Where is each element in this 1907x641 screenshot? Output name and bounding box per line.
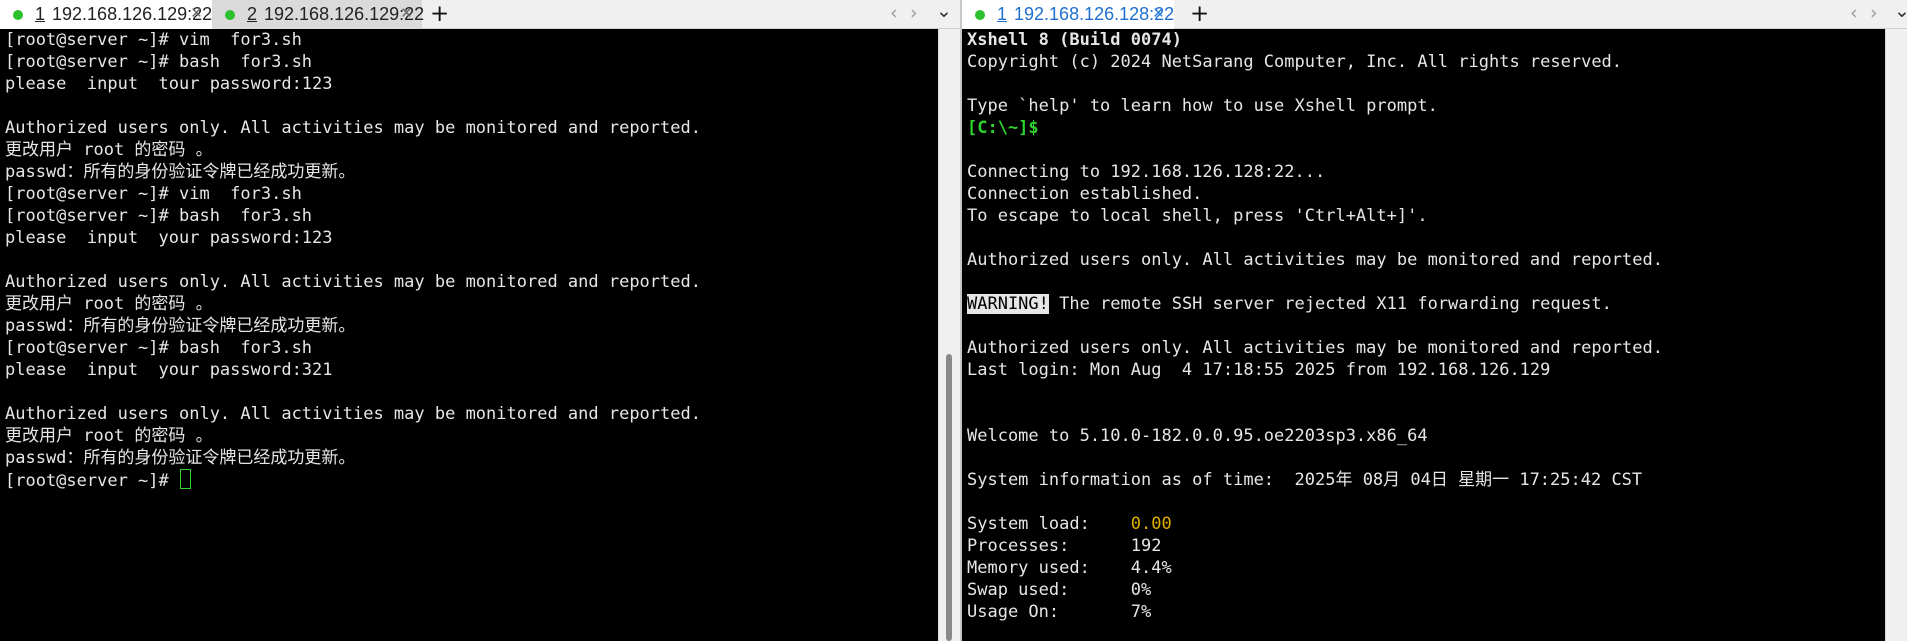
terminal-line: Usage On: 7% bbox=[967, 601, 1883, 623]
warning-badge: WARNING! bbox=[967, 294, 1049, 314]
terminal-line: 更改用户 root 的密码 。 bbox=[5, 294, 213, 314]
terminal-line: System information as of time: 2025年 08月… bbox=[967, 470, 1643, 490]
close-icon[interactable]: × bbox=[1153, 3, 1164, 25]
terminal-line: Welcome to 5.10.0-182.0.0.95.oe2203sp3.x… bbox=[967, 426, 1428, 446]
terminal-line: passwd：所有的身份验证令牌已经成功更新。 bbox=[5, 162, 356, 182]
terminal-output[interactable]: Xshell 8 (Build 0074) Copyright (c) 2024 … bbox=[967, 29, 1883, 641]
stat-value: 0.00 bbox=[1130, 514, 1172, 534]
connected-status-icon bbox=[225, 9, 235, 20]
connected-status-icon bbox=[975, 9, 985, 20]
stat-value: 192 bbox=[1130, 536, 1162, 556]
terminal-output[interactable]: [root@server ~]# vim for3.sh [root@server… bbox=[5, 29, 936, 641]
terminal-line: Processes: 192 bbox=[967, 535, 1883, 557]
scroll-tabs-right-icon[interactable]: › bbox=[910, 2, 918, 24]
stat-value: 7% bbox=[1130, 602, 1152, 622]
tab-number: 1 bbox=[997, 4, 1008, 24]
terminal-line: Copyright (c) 2024 NetSarang Computer, I… bbox=[967, 52, 1623, 72]
cursor-block bbox=[180, 469, 191, 489]
terminal-line: Authorized users only. All activities ma… bbox=[967, 338, 1663, 358]
terminal-line: Connection established. bbox=[967, 184, 1203, 204]
left-session-pane: 1 192.168.126.129:22 × 2 192.168.126.129… bbox=[0, 0, 960, 641]
terminal-line: [C:\~]$ bbox=[967, 118, 1039, 138]
close-icon[interactable]: × bbox=[191, 3, 202, 25]
close-icon[interactable]: × bbox=[401, 3, 412, 25]
terminal-line: Type `help' to learn how to use Xshell p… bbox=[967, 96, 1438, 116]
vertical-scrollbar[interactable] bbox=[938, 29, 960, 641]
tab-list-chevron-icon[interactable]: ⌄ bbox=[936, 0, 952, 22]
connected-status-icon bbox=[13, 9, 23, 20]
terminal-line: WARNING! The remote SSH server rejected … bbox=[967, 293, 1883, 315]
warning-text: The remote SSH server rejected X11 forwa… bbox=[1048, 294, 1612, 314]
tab-session-1[interactable]: 1 192.168.126.129:22 × bbox=[0, 0, 212, 29]
terminal-line: [root@server ~]# bash for3.sh bbox=[5, 338, 313, 358]
scrollbar-thumb[interactable] bbox=[946, 354, 952, 641]
stat-label: System load: bbox=[967, 514, 1131, 534]
stat-label: Swap used: bbox=[967, 580, 1131, 600]
add-tab-icon[interactable]: + bbox=[1190, 1, 1209, 27]
terminal-line: please input your password:123 bbox=[5, 228, 333, 248]
tab-title: 192.168.126.129:22 bbox=[52, 4, 213, 24]
terminal-line: Authorized users only. All activities ma… bbox=[967, 250, 1663, 270]
stat-label: Usage On: bbox=[967, 602, 1131, 622]
tab-number: 1 bbox=[35, 4, 46, 24]
terminal-line: Connecting to 192.168.126.128:22... bbox=[967, 162, 1326, 182]
terminal-line: System load: 0.00 bbox=[967, 513, 1883, 535]
terminal-line: Xshell 8 (Build 0074) bbox=[967, 30, 1182, 50]
tab-list-chevron-icon[interactable]: ⌄ bbox=[1894, 0, 1907, 22]
add-tab-icon[interactable]: + bbox=[430, 1, 449, 27]
tab-session-2[interactable]: 2 192.168.126.129:22 × bbox=[212, 0, 424, 29]
scroll-tabs-left-icon[interactable]: ‹ bbox=[1850, 2, 1858, 24]
terminal-line: Authorized users only. All activities ma… bbox=[5, 118, 701, 138]
tab-session-1[interactable]: 1 192.168.126.128:22 × bbox=[962, 0, 1174, 29]
scroll-tabs-left-icon[interactable]: ‹ bbox=[890, 2, 898, 24]
terminal-line: [root@server ~]# bash for3.sh bbox=[5, 206, 313, 226]
tab-number: 2 bbox=[247, 4, 258, 24]
stat-value: 0% bbox=[1130, 580, 1152, 600]
terminal-line: please input your password:321 bbox=[5, 360, 333, 380]
terminal-line: Authorized users only. All activities ma… bbox=[5, 404, 701, 424]
terminal-line: To escape to local shell, press 'Ctrl+Al… bbox=[967, 206, 1428, 226]
prompt-line: [root@server ~]# bbox=[5, 469, 936, 491]
stat-value: 4.4% bbox=[1130, 558, 1172, 578]
terminal-line: Authorized users only. All activities ma… bbox=[5, 272, 701, 292]
terminal-line: 更改用户 root 的密码 。 bbox=[5, 426, 213, 446]
right-tab-bar: 1 192.168.126.128:22 × + ‹ › ⌄ bbox=[962, 0, 1907, 29]
shell-prompt: [root@server ~]# bbox=[5, 471, 179, 491]
tab-title: 192.168.126.128:22 bbox=[1014, 4, 1175, 24]
terminal-line: Swap used: 0% bbox=[967, 579, 1883, 601]
stat-label: Memory used: bbox=[967, 558, 1131, 578]
vertical-scrollbar[interactable] bbox=[1885, 29, 1907, 641]
terminal-line: [root@server ~]# vim for3.sh bbox=[5, 184, 302, 204]
terminal-line: please input tour password:123 bbox=[5, 74, 333, 94]
terminal-line: Memory used: 4.4% bbox=[967, 557, 1883, 579]
terminal-line: Last login: Mon Aug 4 17:18:55 2025 from… bbox=[967, 360, 1551, 380]
terminal-line: 更改用户 root 的密码 。 bbox=[5, 140, 213, 160]
terminal-line: [root@server ~]# vim for3.sh bbox=[5, 30, 302, 50]
terminal-line: [root@server ~]# bash for3.sh bbox=[5, 52, 313, 72]
right-session-pane: 1 192.168.126.128:22 × + ‹ › ⌄ Xshell 8 … bbox=[962, 0, 1907, 641]
scroll-tabs-right-icon[interactable]: › bbox=[1870, 2, 1878, 24]
stat-label: Processes: bbox=[967, 536, 1131, 556]
terminal-line: passwd：所有的身份验证令牌已经成功更新。 bbox=[5, 448, 356, 468]
left-tab-bar: 1 192.168.126.129:22 × 2 192.168.126.129… bbox=[0, 0, 960, 29]
terminal-line: passwd：所有的身份验证令牌已经成功更新。 bbox=[5, 316, 356, 336]
